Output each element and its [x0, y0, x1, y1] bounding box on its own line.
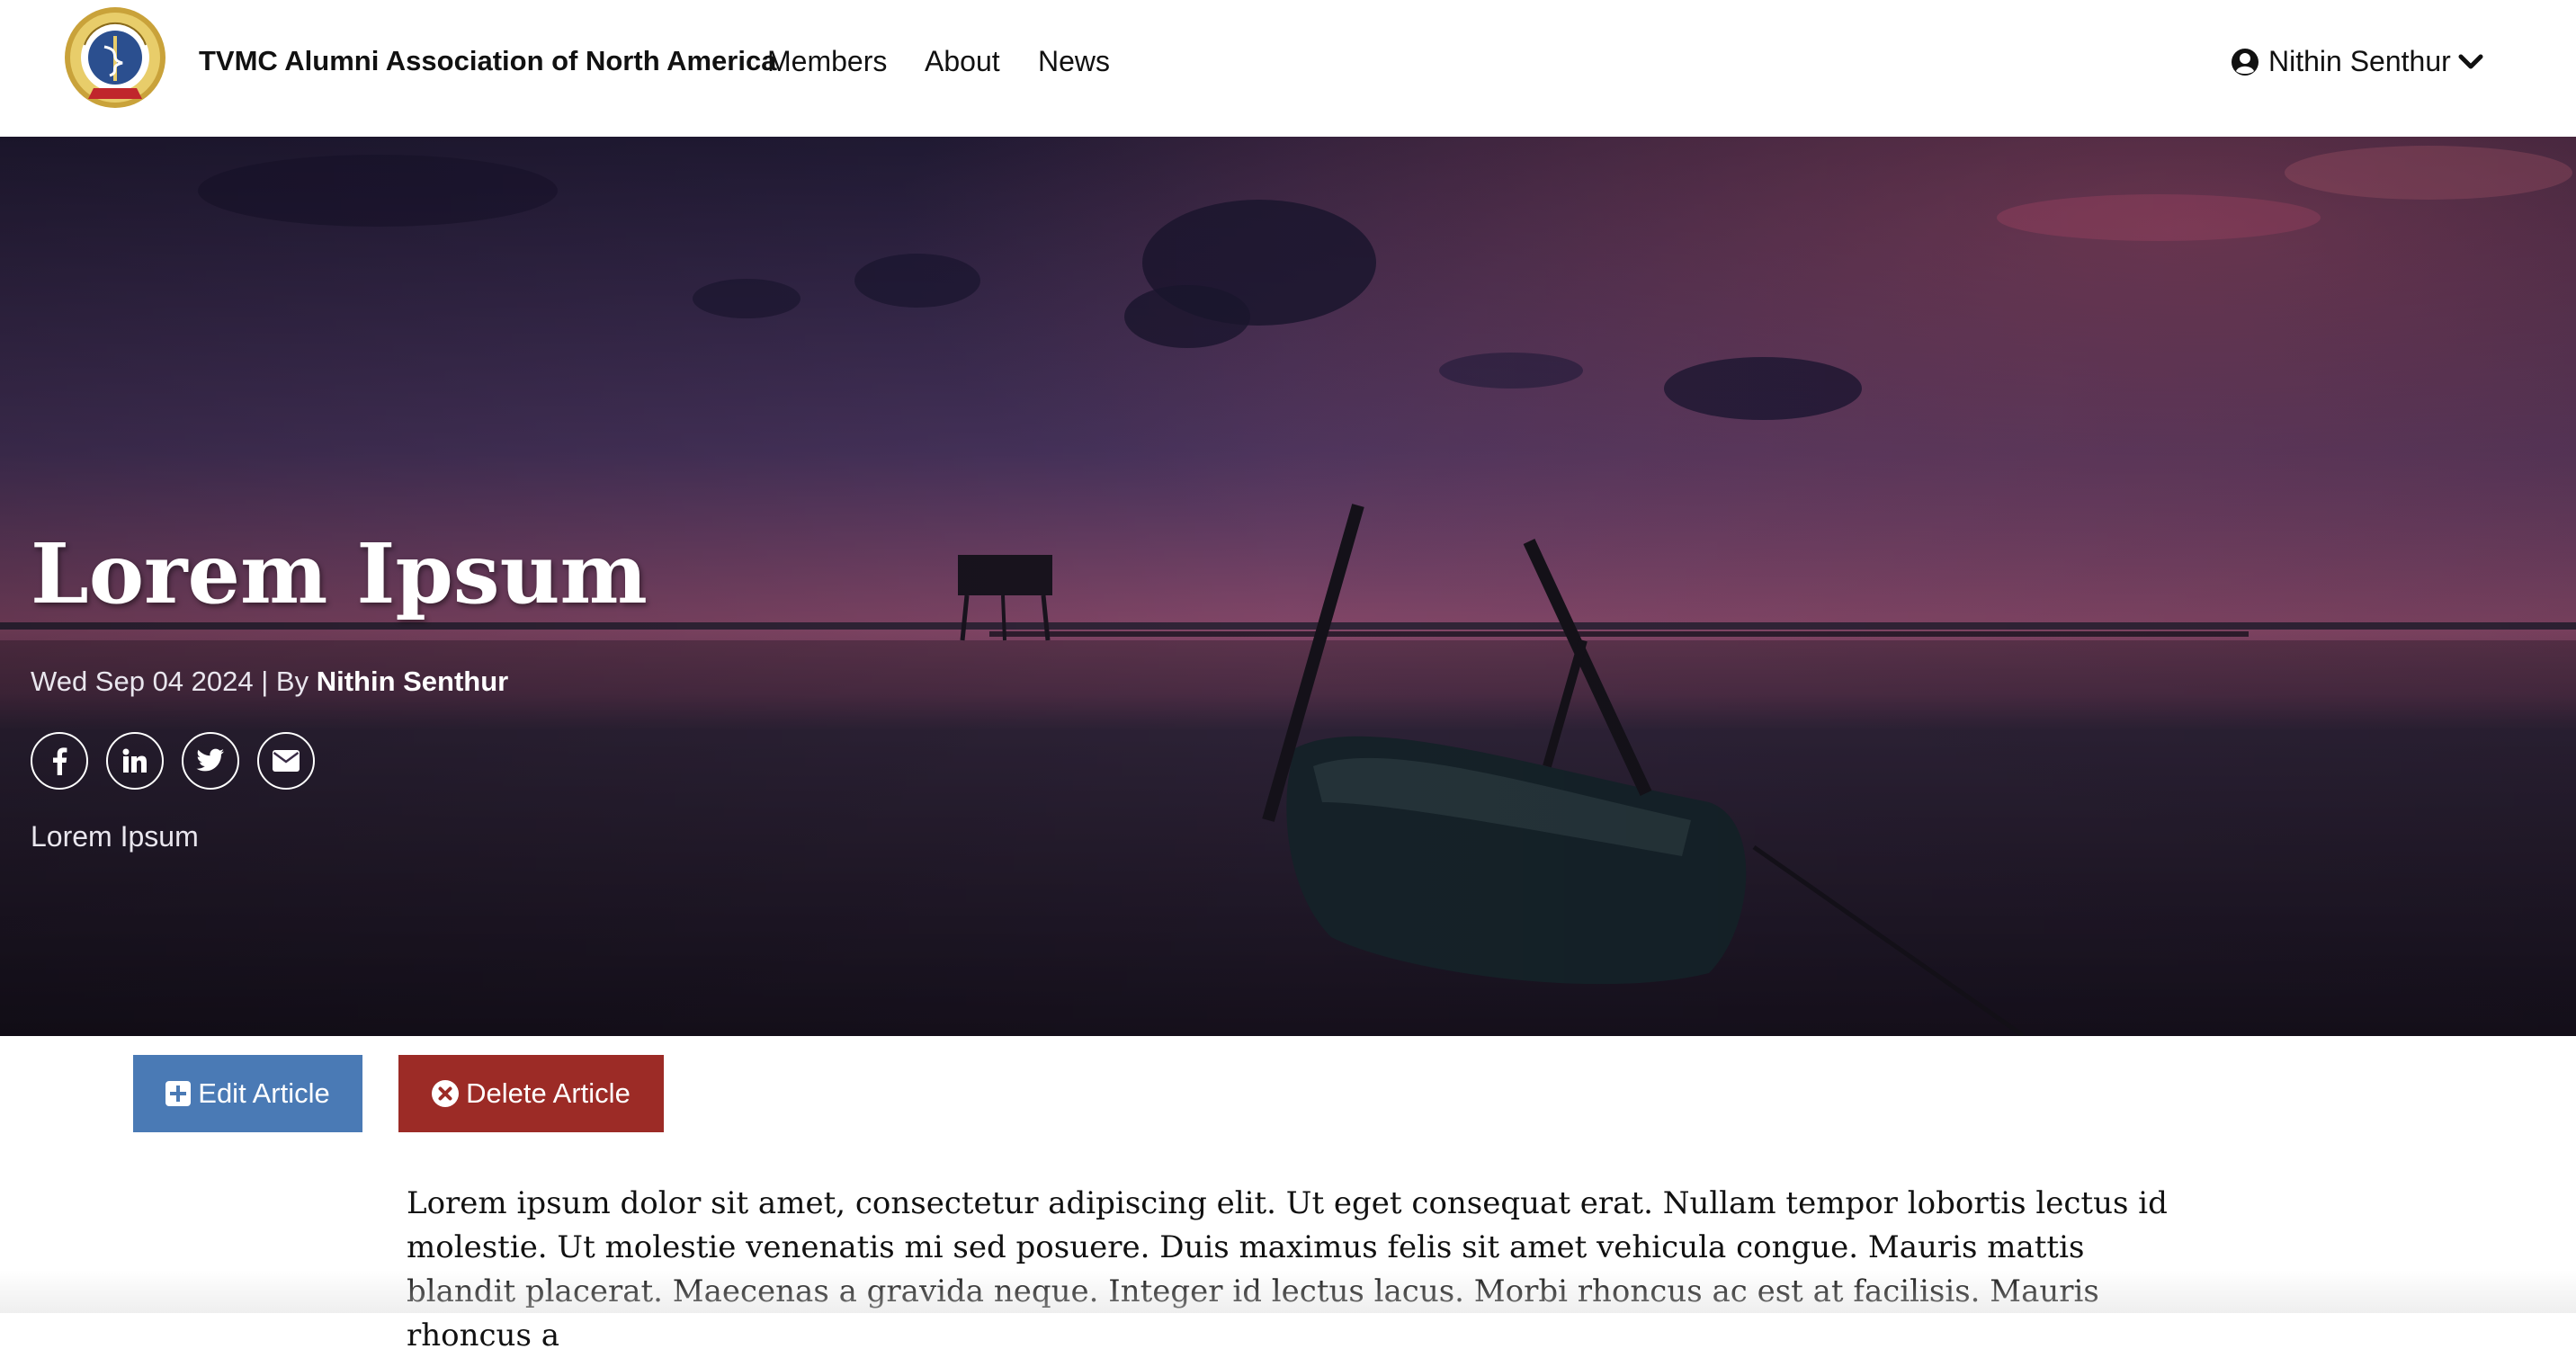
nav-link-about[interactable]: About: [925, 45, 1000, 78]
share-email-button[interactable]: [257, 732, 315, 790]
nav-link-news[interactable]: News: [1038, 45, 1110, 78]
chevron-down-icon: [2458, 54, 2483, 68]
brand-link[interactable]: TVMC Alumni Association of North America: [199, 45, 776, 77]
user-menu[interactable]: Nithin Senthur: [2231, 45, 2483, 78]
article-hero: Lorem Ipsum Wed Sep 04 2024 | By Nithin …: [0, 137, 2576, 1036]
linkedin-icon: [122, 748, 147, 773]
share-facebook-button[interactable]: [31, 732, 88, 790]
share-linkedin-button[interactable]: [106, 732, 164, 790]
article-body-text: Lorem ipsum dolor sit amet, consectetur …: [407, 1185, 2168, 1354]
share-twitter-button[interactable]: [182, 732, 239, 790]
nav-link-members[interactable]: Members: [767, 45, 887, 78]
twitter-icon: [196, 748, 224, 772]
user-circle-icon: [2232, 48, 2258, 76]
article-title: Lorem Ipsum: [31, 525, 648, 622]
delete-article-label: Delete Article: [466, 1077, 631, 1109]
delete-article-button[interactable]: Delete Article: [398, 1055, 664, 1132]
byline-separator: | By: [253, 666, 317, 697]
article-meta: Wed Sep 04 2024 | By Nithin Senthur: [31, 666, 508, 698]
plus-square-icon: [165, 1081, 192, 1106]
article-author[interactable]: Nithin Senthur: [317, 666, 509, 697]
times-circle-icon: [432, 1080, 460, 1107]
article-date: Wed Sep 04 2024: [31, 666, 254, 697]
tvmc-alumni-seal-icon[interactable]: [63, 5, 167, 110]
share-buttons: [31, 732, 333, 790]
edit-article-label: Edit Article: [198, 1077, 330, 1109]
article-subtitle: Lorem Ipsum: [31, 820, 199, 853]
envelope-icon: [273, 750, 300, 772]
facebook-icon: [53, 747, 67, 775]
edit-article-button[interactable]: Edit Article: [133, 1055, 362, 1132]
top-navbar: TVMC Alumni Association of North America…: [0, 0, 2576, 137]
user-name: Nithin Senthur: [2268, 45, 2451, 77]
